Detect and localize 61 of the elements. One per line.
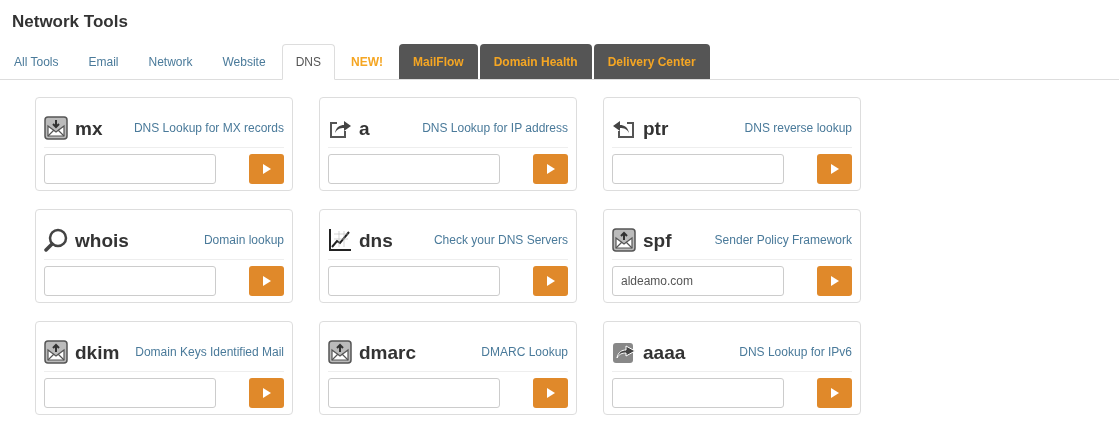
chart-icon <box>328 228 352 252</box>
input-field[interactable] <box>328 378 500 408</box>
run-button[interactable] <box>533 266 568 296</box>
play-icon <box>546 276 555 286</box>
run-button[interactable] <box>533 378 568 408</box>
tool-description: Domain Keys Identified Mail <box>135 344 284 361</box>
tab[interactable]: Website <box>208 44 280 80</box>
input-field[interactable] <box>328 266 500 296</box>
tool-name: mx <box>75 118 103 138</box>
input-field[interactable] <box>612 378 784 408</box>
play-icon <box>262 276 271 286</box>
play-icon <box>262 164 271 174</box>
tab[interactable]: All Tools <box>0 44 73 80</box>
tab[interactable]: DNS <box>281 44 335 80</box>
run-button[interactable] <box>249 154 284 184</box>
tool-name: dkim <box>75 342 120 362</box>
page-title: Network Tools <box>11 11 129 33</box>
run-button[interactable] <box>817 154 852 184</box>
tab[interactable]: Email <box>74 44 133 80</box>
envelope-icon <box>328 340 352 364</box>
run-button[interactable] <box>249 378 284 408</box>
tool-description: DNS reverse lookup <box>744 120 852 137</box>
tool-description: Domain lookup <box>203 232 284 249</box>
play-icon <box>546 388 555 398</box>
tool-name: aaaa <box>643 342 686 362</box>
tool-description: DMARC Lookup <box>481 344 568 361</box>
tool-description: DNS Lookup for IPv6 <box>739 344 852 361</box>
run-button[interactable] <box>817 266 852 296</box>
tab[interactable]: Network <box>134 44 207 80</box>
share-icon <box>612 340 636 364</box>
input-field[interactable] <box>44 154 216 184</box>
tool-name: whois <box>75 230 129 250</box>
play-icon <box>830 164 839 174</box>
tool-name: dns <box>359 230 393 250</box>
input-field[interactable] <box>44 378 216 408</box>
tool-description: DNS Lookup for MX records <box>133 120 284 137</box>
play-icon <box>830 276 839 286</box>
search-icon <box>44 228 68 252</box>
tool-description: Check your DNS Servers <box>433 232 568 249</box>
tool-name: dmarc <box>359 342 417 362</box>
envelope-icon <box>44 340 68 364</box>
tool-description: Sender Policy Framework <box>714 232 852 249</box>
play-icon <box>830 388 839 398</box>
tab[interactable]: MailFlow <box>399 44 478 79</box>
run-button[interactable] <box>249 266 284 296</box>
input-field[interactable] <box>44 266 216 296</box>
input-field[interactable]: aldeamo.com <box>612 266 784 296</box>
tool-description: DNS Lookup for IP address <box>422 120 568 137</box>
play-icon <box>546 164 555 174</box>
run-button[interactable] <box>817 378 852 408</box>
run-button[interactable] <box>533 154 568 184</box>
input-field[interactable] <box>328 154 500 184</box>
tool-name: a <box>359 118 370 138</box>
envelope-icon <box>44 116 68 140</box>
play-icon <box>262 388 271 398</box>
tab[interactable]: Delivery Center <box>593 44 710 79</box>
tool-name: ptr <box>643 118 669 138</box>
input-field[interactable] <box>612 154 784 184</box>
tab[interactable]: Domain Health <box>479 44 592 79</box>
envelope-icon <box>612 228 636 252</box>
tool-name: spf <box>643 230 672 250</box>
